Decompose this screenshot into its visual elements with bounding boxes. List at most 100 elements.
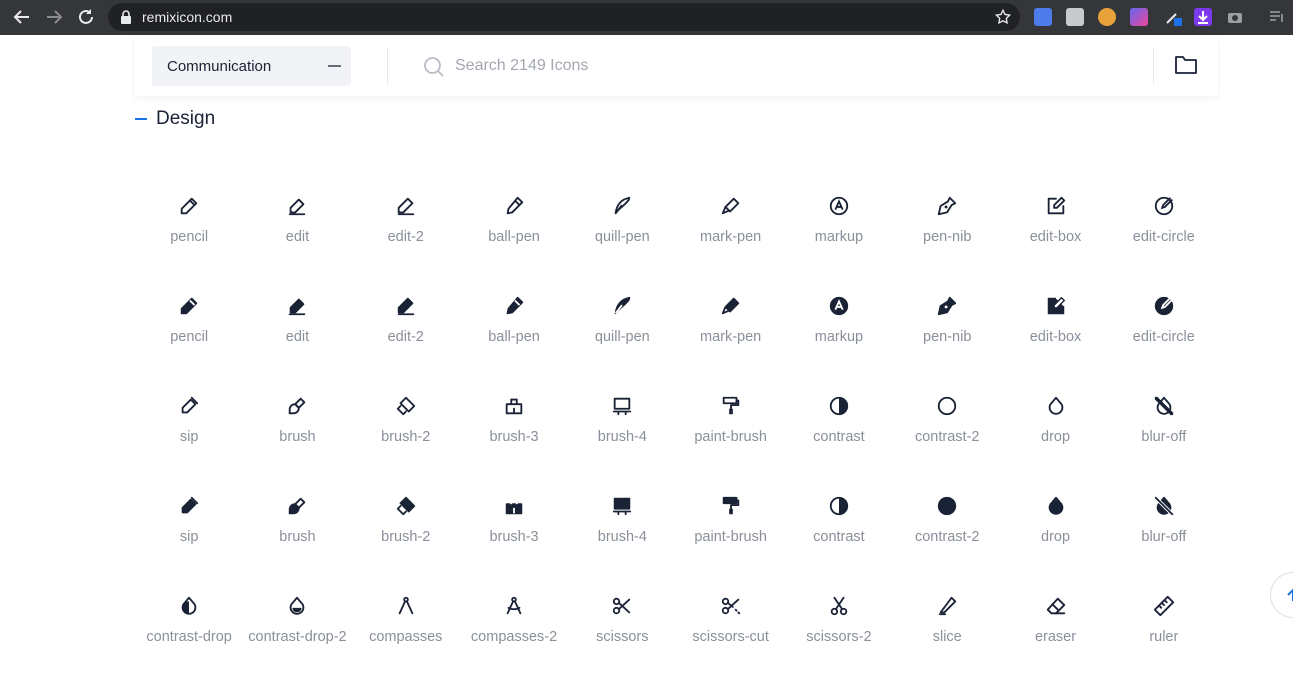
icon-tile[interactable]: scissors (568, 580, 676, 680)
folder-icon[interactable] (1174, 54, 1198, 76)
category-select[interactable]: Communication (152, 46, 351, 86)
icon-tile[interactable]: edit-2 (352, 180, 460, 280)
icon-label: sip (179, 529, 199, 545)
brush4-line-icon (613, 397, 632, 416)
dropper-ext-icon[interactable] (1164, 8, 1182, 26)
icon-tile[interactable]: brush (243, 480, 351, 580)
icon-tile[interactable]: contrast-drop (135, 580, 243, 680)
address-bar[interactable]: remixicon.com (108, 3, 1020, 31)
icon-tile[interactable]: edit-box (1001, 180, 1109, 280)
icon-tile[interactable]: pen-nib (893, 280, 1001, 380)
brush3-line-icon (505, 398, 523, 415)
quill-fill-icon (614, 296, 631, 315)
icon-label: compasses (369, 629, 443, 645)
url-text: remixicon.com (142, 9, 233, 25)
icon-tile[interactable]: quill-pen (568, 180, 676, 280)
icon-tile[interactable]: sip (135, 380, 243, 480)
icon-tile[interactable]: brush-2 (352, 480, 460, 580)
pennib-line-icon (938, 196, 957, 216)
drop-line-icon (1048, 396, 1063, 415)
icon-tile[interactable]: paint-brush (676, 480, 784, 580)
icon-tile[interactable]: sip (135, 480, 243, 580)
translate-ext-icon[interactable] (1034, 8, 1052, 26)
icon-tile[interactable]: slice (893, 580, 1001, 680)
icon-tile[interactable]: drop (1001, 380, 1109, 480)
icon-tile[interactable]: blur-off (1110, 380, 1218, 480)
icon-tile[interactable]: ball-pen (460, 280, 568, 380)
scroll-top-button[interactable] (1270, 572, 1293, 618)
icon-tile[interactable]: brush-3 (460, 380, 568, 480)
icon-tile[interactable]: markup (785, 180, 893, 280)
icon-tile[interactable]: brush (243, 380, 351, 480)
owl-ext-icon[interactable] (1098, 8, 1116, 26)
icon-tile[interactable]: paint-brush (676, 380, 784, 480)
playlist-ext-icon[interactable] (1268, 8, 1286, 26)
icon-tile[interactable]: edit-circle (1110, 280, 1218, 380)
quill-line-icon (614, 196, 631, 215)
pennib-fill-icon (938, 296, 957, 316)
download-ext-icon[interactable] (1194, 8, 1212, 26)
icon-tile[interactable]: edit-circle (1110, 180, 1218, 280)
icon-tile[interactable]: mark-pen (676, 280, 784, 380)
icon-label: paint-brush (694, 529, 767, 545)
diamond-ext-icon[interactable] (1066, 8, 1084, 26)
icon-tile[interactable]: markup (785, 280, 893, 380)
icon-label: pen-nib (923, 329, 972, 345)
reload-button[interactable] (70, 1, 102, 33)
sip-fill-icon (181, 496, 199, 514)
markpen-line-icon (721, 197, 739, 215)
icon-tile[interactable]: edit-2 (352, 280, 460, 380)
bookmark-star-icon[interactable] (994, 8, 1012, 26)
icon-tile[interactable]: edit (243, 280, 351, 380)
icon-label: markup (814, 329, 864, 345)
forward-button[interactable] (38, 1, 70, 33)
icon-tile[interactable]: ruler (1110, 580, 1218, 680)
icon-tile[interactable]: contrast (785, 480, 893, 580)
markup-fill-icon (829, 296, 849, 316)
editbox-line-icon (1047, 196, 1065, 215)
icon-tile[interactable]: pen-nib (893, 180, 1001, 280)
icon-tile[interactable]: compasses (352, 580, 460, 680)
icon-tile[interactable]: quill-pen (568, 280, 676, 380)
category-label: Communication (167, 58, 272, 75)
icon-tile[interactable]: mark-pen (676, 180, 784, 280)
camera-ext-icon[interactable] (1226, 8, 1244, 26)
scissors-line-icon (613, 597, 631, 615)
icon-tile[interactable]: blur-off (1110, 480, 1218, 580)
pencil-line-icon (180, 197, 198, 215)
icon-label: edit-2 (387, 229, 424, 245)
icon-tile[interactable]: eraser (1001, 580, 1109, 680)
brush2-fill-icon (396, 496, 415, 516)
icon-tile[interactable]: contrast-2 (893, 480, 1001, 580)
icon-tile[interactable]: contrast-drop-2 (243, 580, 351, 680)
icon-tile[interactable]: ball-pen (460, 180, 568, 280)
icon-tile[interactable]: compasses-2 (460, 580, 568, 680)
icon-tile[interactable]: edit-box (1001, 280, 1109, 380)
lock-icon (121, 10, 131, 24)
back-button[interactable] (6, 1, 38, 33)
icon-tile[interactable]: pencil (135, 280, 243, 380)
bluroff-fill-icon (1154, 496, 1174, 516)
icon-tile[interactable]: contrast-2 (893, 380, 1001, 480)
icon-tile[interactable]: brush-4 (568, 480, 676, 580)
icon-label: edit-circle (1132, 329, 1195, 345)
icon-tile[interactable]: brush-2 (352, 380, 460, 480)
icon-tile[interactable]: brush-3 (460, 480, 568, 580)
grid-ext-icon[interactable] (1130, 8, 1148, 26)
contrastdrop-line-icon (181, 596, 197, 615)
icon-label: ball-pen (488, 329, 540, 345)
search-input[interactable] (455, 52, 1095, 80)
eraser-line-icon (1046, 597, 1065, 615)
icon-tile[interactable]: contrast (785, 380, 893, 480)
icon-grid: pencil edit edit-2 ball-pen quill-pen mark-pe… (135, 180, 1218, 680)
markpen-fill-icon (721, 297, 739, 315)
icon-tile[interactable]: scissors-2 (785, 580, 893, 680)
icon-tile[interactable]: edit (243, 180, 351, 280)
icon-tile[interactable]: brush-4 (568, 380, 676, 480)
icon-tile[interactable]: scissors-cut (676, 580, 784, 680)
icon-tile[interactable]: pencil (135, 180, 243, 280)
icon-label: brush-4 (597, 429, 647, 445)
icon-label: scissors-2 (806, 629, 872, 645)
section-header[interactable]: Design (135, 108, 215, 130)
icon-tile[interactable]: drop (1001, 480, 1109, 580)
